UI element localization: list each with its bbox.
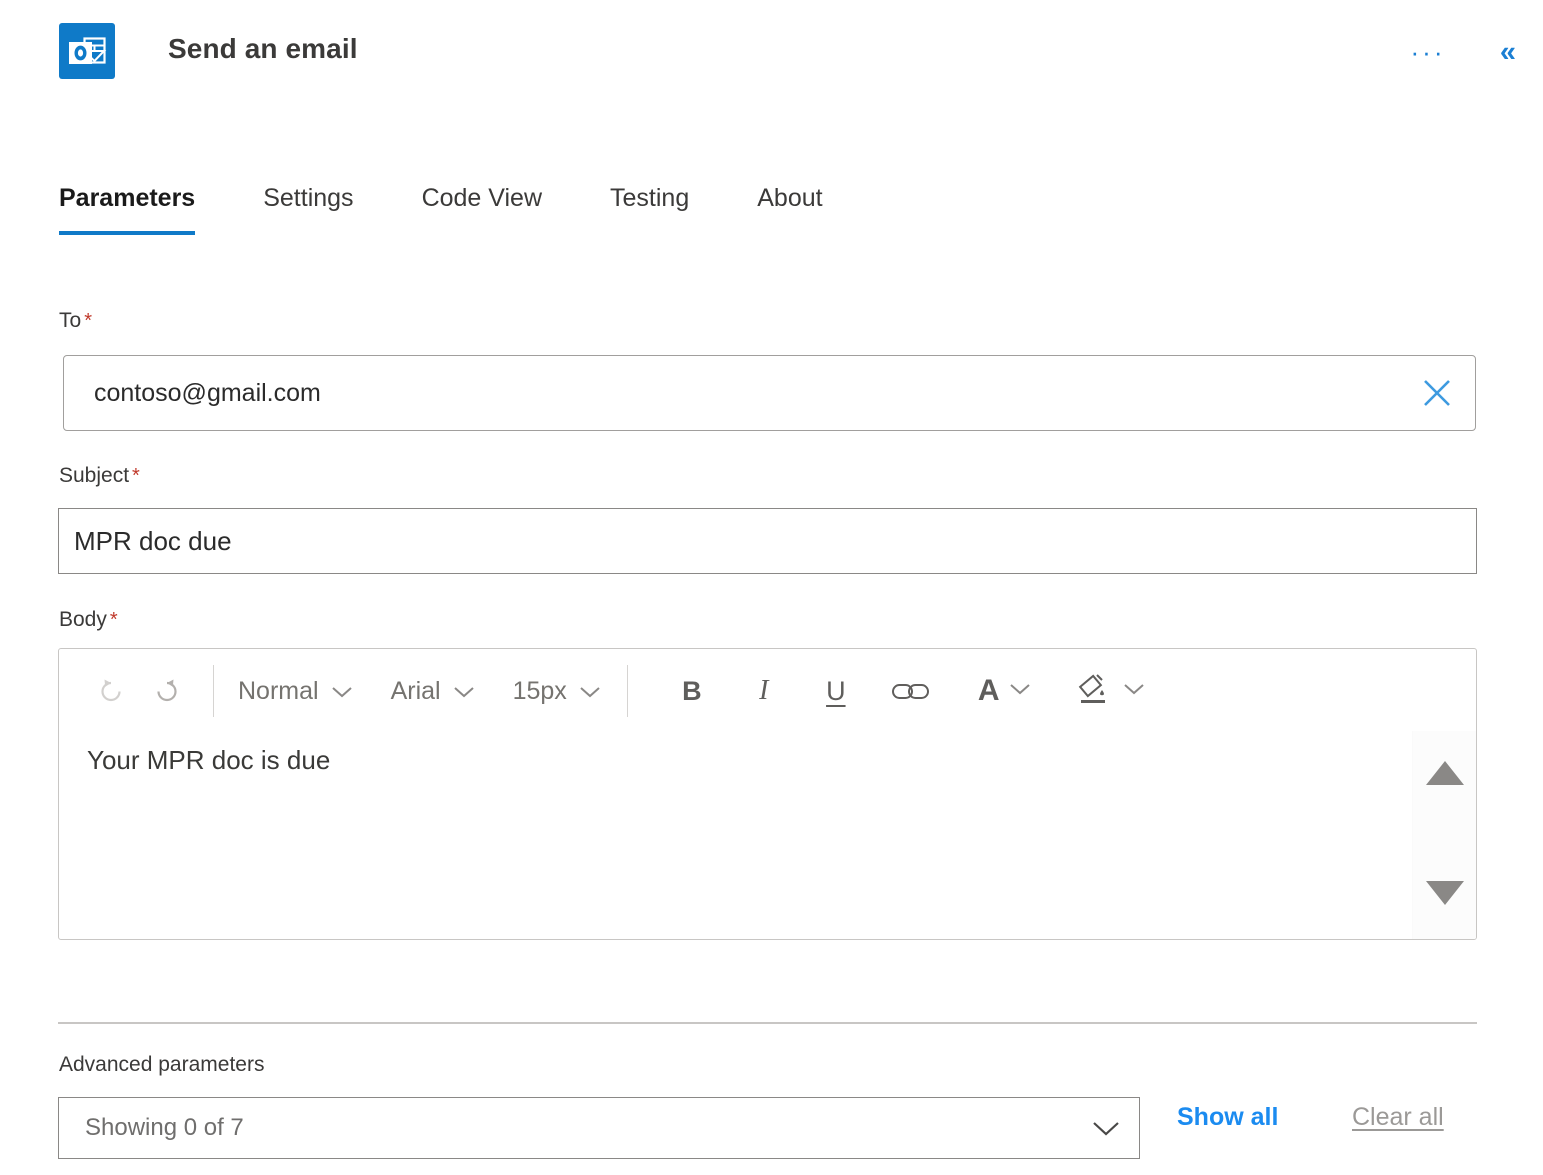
chevron-down-icon [1009,682,1031,701]
to-input[interactable]: contoso@gmail.com [63,355,1476,431]
required-asterisk: * [132,465,140,487]
font-family-dropdown[interactable]: Arial [385,677,481,706]
required-asterisk: * [109,609,118,631]
body-scrollbar[interactable] [1412,731,1476,939]
advanced-parameters-dropdown[interactable]: Showing 0 of 7 [58,1097,1140,1159]
close-icon[interactable] [1413,369,1461,417]
scroll-down-icon[interactable] [1425,881,1464,905]
body-editor-content[interactable]: Your MPR doc is due [87,745,330,776]
highlight-color-button[interactable] [1069,669,1149,714]
to-label-text: To [59,309,82,332]
font-family-value: Arial [390,676,441,705]
to-input-value[interactable]: contoso@gmail.com [94,356,321,430]
chevron-down-icon [331,677,353,706]
bold-button[interactable]: B [656,663,728,719]
link-icon[interactable] [872,663,950,719]
subject-input-value[interactable]: MPR doc due [74,509,232,573]
chevron-down-icon [579,677,601,706]
font-color-button[interactable]: A [974,674,1036,708]
subject-label-text: Subject [59,464,130,487]
scroll-up-icon[interactable] [1425,761,1464,785]
tab-bar: Parameters Settings Code View Testing Ab… [59,184,823,235]
font-color-letter: A [977,674,1000,707]
italic-button[interactable]: I [728,663,800,719]
required-asterisk: * [84,310,92,332]
panel-header: Send an email ··· « [0,0,1543,104]
subject-field-label: Subject * [59,464,140,488]
more-options-icon[interactable]: ··· [1404,33,1452,71]
collapse-panel-icon[interactable]: « [1486,32,1530,72]
undo-icon[interactable] [83,663,139,719]
toolbar-divider [213,665,214,717]
highlight-icon [1073,669,1113,714]
tab-settings[interactable]: Settings [263,184,353,235]
body-rich-text-editor[interactable]: Normal Arial 15px B I U A Your MPR doc i… [58,648,1477,940]
paragraph-style-value: Normal [238,676,319,705]
font-size-dropdown[interactable]: 15px [507,677,607,706]
underline-button[interactable]: U [800,663,872,719]
page-title: Send an email [168,33,358,64]
chevron-down-icon [1091,1098,1121,1158]
clear-all-link[interactable]: Clear all [1352,1103,1444,1132]
outlook-icon [59,23,115,79]
toolbar-divider [626,665,628,717]
advanced-parameters-label: Advanced parameters [59,1053,265,1076]
tab-code-view[interactable]: Code View [422,184,542,235]
paragraph-style-dropdown[interactable]: Normal [232,677,359,706]
body-field-label: Body * [59,608,118,632]
redo-icon[interactable] [139,663,195,719]
section-divider [58,1022,1477,1024]
tab-about[interactable]: About [757,184,822,235]
chevron-down-icon [1123,682,1145,701]
subject-input[interactable]: MPR doc due [58,508,1477,574]
body-label-text: Body [59,608,107,631]
to-field-label: To * [59,309,92,333]
rich-text-toolbar: Normal Arial 15px B I U A [59,649,1476,733]
tab-testing[interactable]: Testing [610,184,689,235]
tab-parameters[interactable]: Parameters [59,184,196,235]
advanced-parameters-value: Showing 0 of 7 [85,1114,244,1141]
font-size-value: 15px [512,676,567,705]
chevron-down-icon [453,677,475,706]
show-all-link[interactable]: Show all [1177,1103,1278,1132]
